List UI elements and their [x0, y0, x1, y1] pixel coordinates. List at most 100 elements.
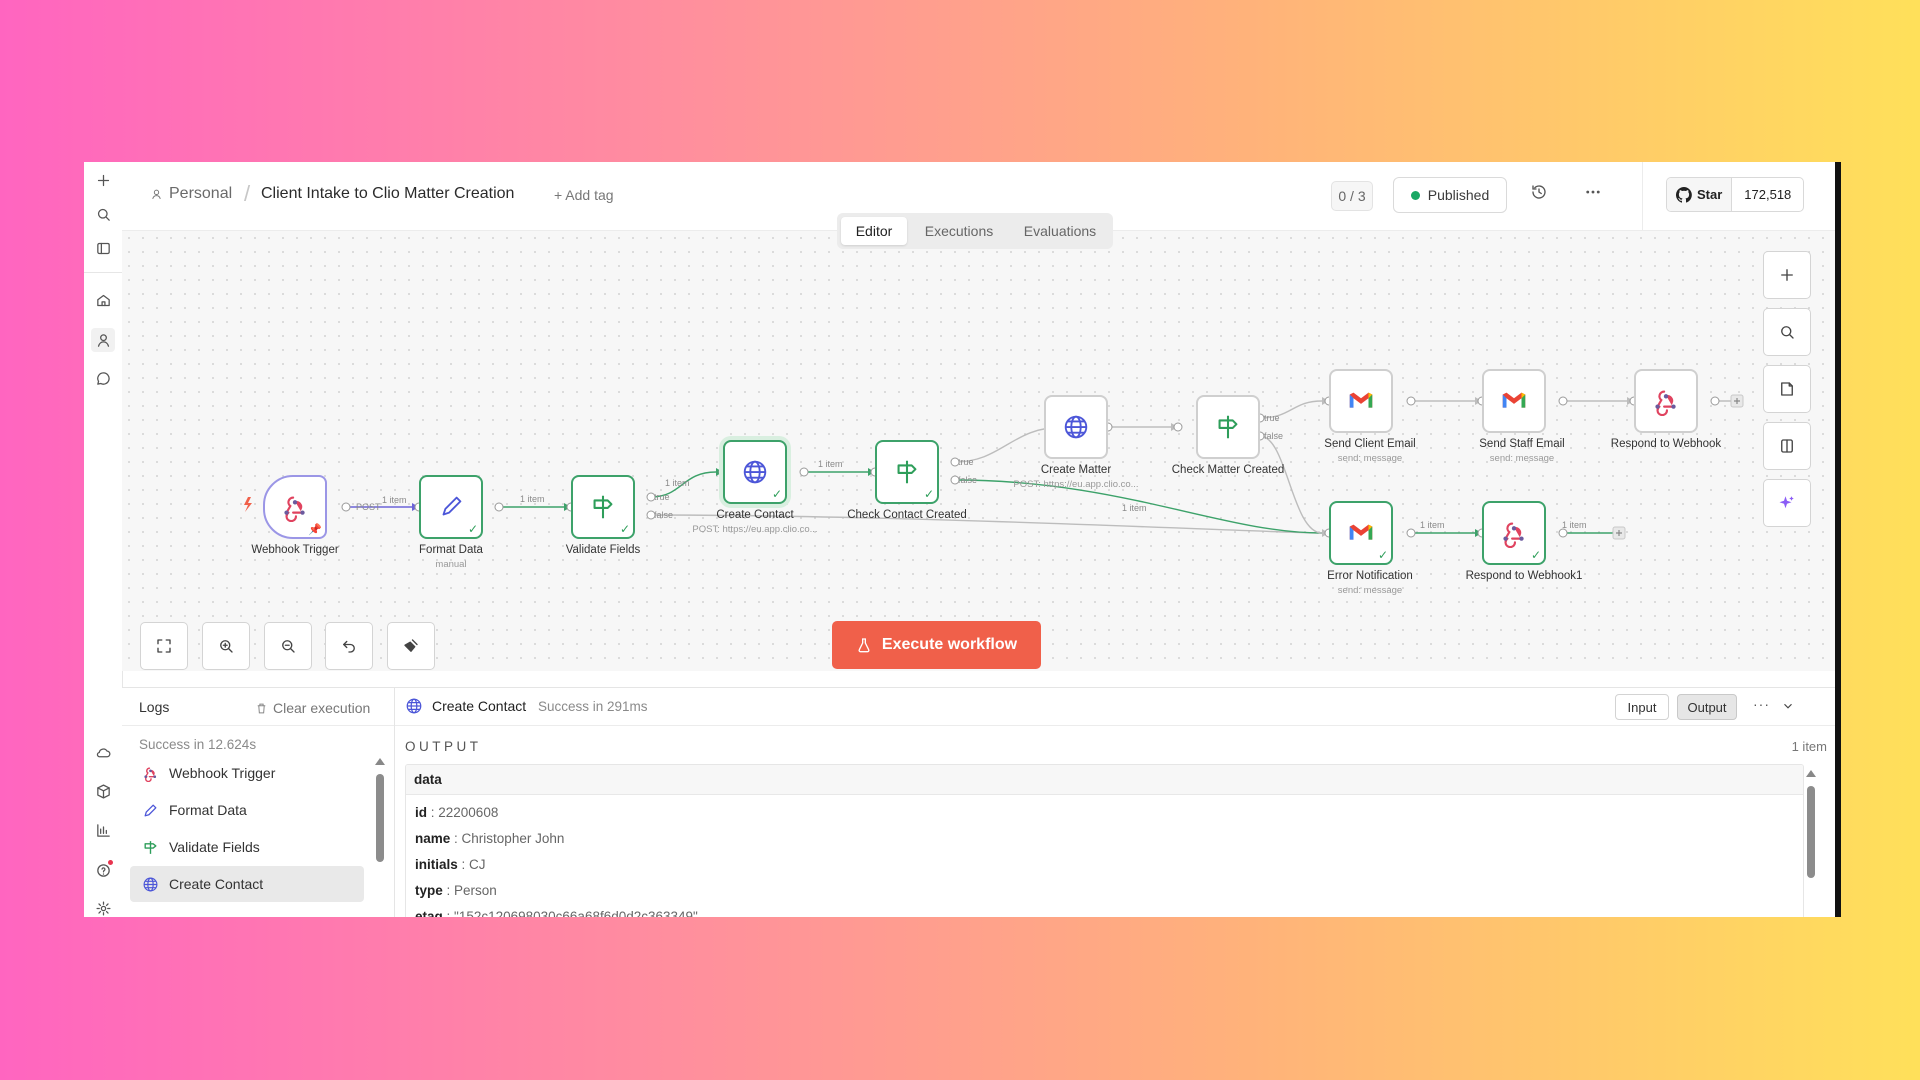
- edge-label-true: true: [1264, 413, 1280, 423]
- flask-icon: [858, 638, 870, 653]
- webhook-icon: [1655, 390, 1676, 416]
- data-field-name: name : Christopher John: [415, 831, 565, 846]
- scroll-up-arrow[interactable]: [1806, 770, 1816, 777]
- node-error-notification[interactable]: ✓: [1329, 501, 1393, 565]
- edge-label-false: false: [1264, 431, 1283, 441]
- zoom-in-button[interactable]: [202, 622, 250, 670]
- tidy-up-button[interactable]: [387, 622, 435, 670]
- search-nodes-button[interactable]: [1763, 308, 1811, 356]
- trash-icon: [257, 703, 266, 713]
- globe-icon: [406, 698, 422, 714]
- chat-icon[interactable]: [91, 366, 115, 390]
- node-check-matter-created[interactable]: [1196, 395, 1260, 459]
- node-format-data[interactable]: ✓: [419, 475, 483, 539]
- edge-label-true: true: [654, 492, 670, 502]
- execution-summary: Success in 12.624s: [139, 737, 257, 752]
- package-icon[interactable]: [91, 779, 115, 803]
- more-options-icon[interactable]: [1584, 183, 1606, 205]
- signpost-icon: [144, 840, 157, 854]
- clear-execution-label: Clear execution: [273, 700, 371, 716]
- output-section-label: OUTPUT: [405, 739, 482, 754]
- github-star-button[interactable]: Star 172,518: [1666, 177, 1804, 212]
- breadcrumb-separator: /: [244, 181, 251, 206]
- node-subtitle: send: message: [1337, 585, 1403, 596]
- node-validate-fields[interactable]: ✓: [571, 475, 635, 539]
- input-toggle-button[interactable]: Input: [1615, 694, 1669, 720]
- edge-label-items: 1 item: [818, 459, 843, 469]
- data-field-type: type : Person: [415, 883, 497, 898]
- side-panel-button[interactable]: [1763, 422, 1811, 470]
- chevron-down-icon[interactable]: [1781, 699, 1795, 713]
- cloud-icon[interactable]: [91, 740, 115, 764]
- scroll-up-arrow[interactable]: [375, 758, 385, 765]
- log-item-label: Validate Fields: [169, 839, 260, 855]
- status-dot: [1410, 190, 1420, 200]
- execute-workflow-button[interactable]: Execute workflow: [832, 621, 1041, 669]
- node-respond-to-webhook[interactable]: [1634, 369, 1698, 433]
- pin-icon: 📌: [308, 524, 322, 536]
- user-icon[interactable]: [91, 328, 115, 352]
- sticky-note-button[interactable]: [1763, 365, 1811, 413]
- node-label: Validate Fields: [565, 544, 641, 556]
- edge-label-items: 1 item: [382, 495, 407, 505]
- node-label: Create Matter: [1040, 464, 1112, 476]
- log-item-label: Format Data: [169, 802, 247, 818]
- publish-status-label: Published: [1427, 187, 1490, 203]
- add-tag-button[interactable]: + Add tag: [554, 187, 614, 203]
- github-star-count: 172,518: [1744, 187, 1792, 202]
- workflow-canvas[interactable]: POST 1 item 1 item 1 item 1 item 1 item …: [122, 231, 1835, 671]
- node-respond-to-webhook1[interactable]: ✓: [1482, 501, 1546, 565]
- logs-scrollbar[interactable]: [376, 774, 384, 862]
- history-icon[interactable]: [1530, 183, 1552, 205]
- add-node-button[interactable]: [1763, 251, 1811, 299]
- output-scrollbar[interactable]: [1807, 786, 1815, 878]
- output-status: Success in 291ms: [538, 699, 648, 714]
- version-counter: 0 / 3: [1331, 181, 1373, 211]
- add-node-handle[interactable]: [1612, 526, 1626, 540]
- log-item-validate-fields[interactable]: Validate Fields: [130, 829, 364, 865]
- data-field-etag: etag : "152c120698030c66a68f6d0d2c363349…: [415, 909, 698, 917]
- clear-execution-button[interactable]: Clear execution: [255, 700, 370, 716]
- node-create-matter[interactable]: [1044, 395, 1108, 459]
- ai-assistant-button[interactable]: [1763, 479, 1811, 527]
- node-send-client-email[interactable]: [1329, 369, 1393, 433]
- sidebar-toggle-icon[interactable]: [91, 236, 115, 260]
- logs-title: Logs: [139, 699, 170, 715]
- log-item-format-data[interactable]: Format Data: [130, 792, 364, 828]
- fit-view-button[interactable]: [140, 622, 188, 670]
- output-node-name: Create Contact: [432, 698, 527, 714]
- help-icon[interactable]: [91, 858, 115, 882]
- log-item-webhook-trigger[interactable]: Webhook Trigger: [130, 755, 364, 791]
- gmail-icon: [1349, 524, 1373, 540]
- output-toggle-button[interactable]: Output: [1677, 694, 1737, 720]
- settings-icon[interactable]: [91, 896, 115, 917]
- add-node-handle[interactable]: [1730, 394, 1744, 408]
- undo-button[interactable]: [325, 622, 373, 670]
- edge-label-items: 1 item: [665, 478, 690, 488]
- connections-layer: POST 1 item 1 item 1 item 1 item 1 item …: [244, 394, 1744, 540]
- node-subtitle: send: message: [1489, 453, 1555, 464]
- add-icon[interactable]: [91, 168, 115, 192]
- data-field-initials: initials : CJ: [415, 857, 486, 872]
- log-item-create-contact[interactable]: Create Contact: [130, 866, 364, 902]
- workflow-title[interactable]: Client Intake to Clio Matter Creation: [261, 185, 514, 203]
- tab-editor[interactable]: Editor: [841, 217, 907, 245]
- breadcrumb-owner[interactable]: Personal: [150, 185, 232, 203]
- node-create-contact[interactable]: ✓: [723, 440, 787, 504]
- zoom-out-button[interactable]: [264, 622, 312, 670]
- publish-status-button[interactable]: Published: [1393, 177, 1507, 213]
- node-check-contact-created[interactable]: ✓: [875, 440, 939, 504]
- execute-workflow-label: Execute workflow: [881, 636, 1018, 653]
- node-subtitle: manual: [435, 559, 467, 570]
- node-webhook-trigger[interactable]: 📌: [263, 475, 327, 539]
- node-send-staff-email[interactable]: [1482, 369, 1546, 433]
- home-icon[interactable]: [91, 288, 115, 312]
- search-icon[interactable]: [91, 202, 115, 226]
- output-more-button[interactable]: ···: [1753, 696, 1770, 712]
- edge-label-items: 1 item: [520, 494, 545, 504]
- tab-executions[interactable]: Executions: [909, 217, 1009, 245]
- tab-evaluations[interactable]: Evaluations: [1011, 217, 1109, 245]
- trigger-bolt-icon: [244, 497, 252, 512]
- chart-icon[interactable]: [91, 818, 115, 842]
- edge-label-items: 1 item: [1420, 520, 1445, 530]
